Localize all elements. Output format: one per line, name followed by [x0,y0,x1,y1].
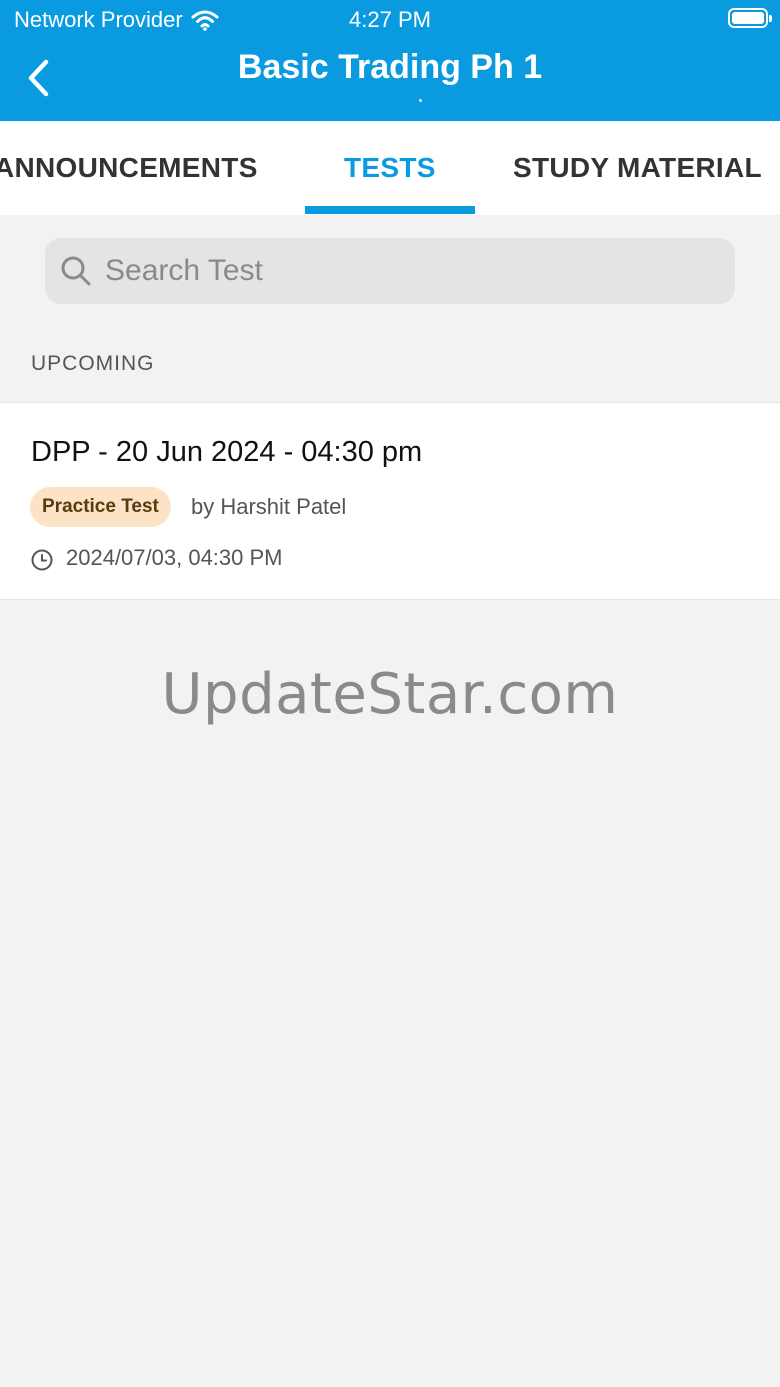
search-bar[interactable] [45,238,735,304]
section-label-upcoming: UPCOMING [31,352,155,375]
test-datetime: 2024/07/03, 04:30 PM [66,545,283,570]
status-bar-time: 4:27 PM [349,7,431,32]
search-icon [59,254,93,288]
test-type-badge: Practice Test [30,487,171,527]
test-author: by Harshit Patel [191,494,347,519]
active-tab-indicator [305,206,475,214]
tab-bar: ANNOUNCEMENTS TESTS STUDY MATERIAL [0,121,780,215]
clock-icon [31,549,53,571]
page-indicator-dot [419,99,422,102]
watermark-text: UpdateStar.com [161,662,619,727]
tab-tests[interactable]: TESTS [344,121,436,215]
test-list-item[interactable]: DPP - 20 Jun 2024 - 04:30 pm Practice Te… [0,402,780,600]
tab-study-material[interactable]: STUDY MATERIAL [513,121,762,215]
app-header: Network Provider 4:27 PM Basic Trading P… [0,0,780,121]
search-input[interactable] [103,253,707,289]
battery-icon [728,8,772,28]
page-title: Basic Trading Ph 1 [237,48,543,86]
tab-announcements[interactable]: ANNOUNCEMENTS [0,121,258,215]
test-title: DPP - 20 Jun 2024 - 04:30 pm [31,436,423,468]
